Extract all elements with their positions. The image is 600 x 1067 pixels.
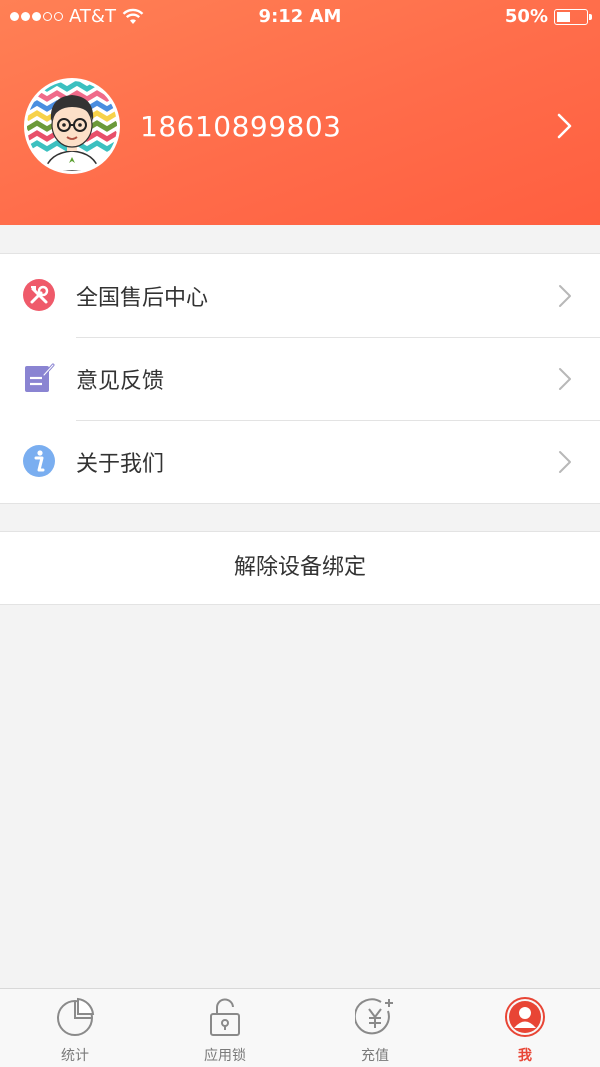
tab-label: 统计 xyxy=(61,1048,89,1064)
chevron-right-icon xyxy=(559,451,571,473)
menu-item-label: 意见反馈 xyxy=(76,369,165,394)
avatar[interactable] xyxy=(24,78,120,174)
tab-label: 充值 xyxy=(361,1048,389,1064)
yuan-coin-icon xyxy=(355,998,393,1035)
avatar-image xyxy=(27,81,117,171)
battery-percent: 50% xyxy=(504,6,548,27)
tab-me[interactable]: 我 xyxy=(450,989,600,1067)
menu-item-label: 关于我们 xyxy=(76,452,165,477)
battery-icon xyxy=(554,8,592,25)
tab-recharge[interactable]: 充值 xyxy=(300,989,450,1067)
tab-app-lock[interactable]: 应用锁 xyxy=(150,989,300,1067)
settings-menu: 全国售后中心 意见反馈 关于我们 xyxy=(0,253,600,504)
tab-statistics[interactable]: 统计 xyxy=(0,989,150,1067)
chevron-right-icon xyxy=(559,285,571,307)
profile-header: AT&T 9:12 AM 50% 18610899803 xyxy=(0,0,600,225)
status-right: 50% xyxy=(504,6,592,27)
profile-row[interactable]: 18610899803 xyxy=(0,70,600,180)
tab-bar: 统计 应用锁 充值 我 xyxy=(0,988,600,1067)
status-bar: AT&T 9:12 AM 50% xyxy=(0,0,600,34)
lock-icon xyxy=(210,998,240,1036)
menu-item-after-sales[interactable]: 全国售后中心 xyxy=(0,254,600,337)
user-icon xyxy=(505,997,545,1037)
info-icon xyxy=(23,445,55,477)
phone-number: 18610899803 xyxy=(140,110,342,143)
chevron-right-icon[interactable] xyxy=(556,113,572,139)
menu-item-feedback[interactable]: 意见反馈 xyxy=(0,337,600,420)
pie-chart-icon xyxy=(57,997,95,1036)
unbind-device-button[interactable]: 解除设备绑定 xyxy=(0,531,600,605)
tab-label: 应用锁 xyxy=(204,1048,246,1064)
menu-item-label: 全国售后中心 xyxy=(76,286,209,311)
chevron-right-icon xyxy=(559,368,571,390)
feedback-icon xyxy=(25,363,55,392)
menu-item-about-us[interactable]: 关于我们 xyxy=(0,420,600,503)
tab-label: 我 xyxy=(518,1048,532,1064)
tools-icon xyxy=(23,279,55,311)
